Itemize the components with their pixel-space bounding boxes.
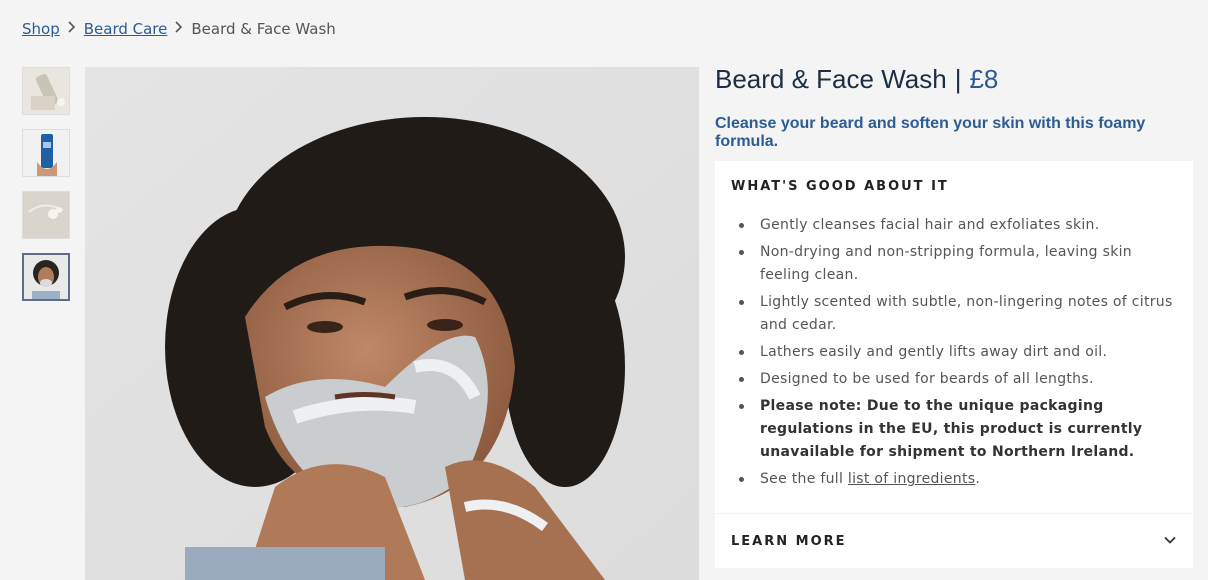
main-product-image[interactable]	[85, 67, 699, 580]
breadcrumb-shop-link[interactable]: Shop	[22, 20, 60, 38]
chevron-right-icon	[173, 21, 185, 37]
list-item: Non-drying and non-stripping formula, le…	[731, 241, 1177, 287]
list-item: Designed to be used for beards of all le…	[731, 368, 1177, 391]
ingredients-suffix: .	[975, 471, 981, 487]
title-separator: |	[954, 64, 962, 94]
breadcrumb-current: Beard & Face Wash	[191, 20, 336, 38]
product-price: £8	[969, 64, 999, 94]
product-name: Beard & Face Wash	[715, 64, 947, 94]
thumbnail-foam[interactable]	[22, 191, 70, 239]
chevron-right-icon	[66, 21, 78, 37]
breadcrumb: Shop Beard Care Beard & Face Wash	[22, 20, 336, 38]
list-item: Gently cleanses facial hair and exfoliat…	[731, 214, 1177, 237]
thumbnail-strip	[22, 67, 70, 315]
model-face-icon	[24, 255, 68, 299]
foam-icon	[23, 192, 69, 238]
learn-more-label: LEARN MORE	[731, 533, 847, 549]
model-photo-icon	[85, 67, 699, 580]
hand-bottle-icon	[23, 130, 69, 176]
thumbnail-hand-bottle[interactable]	[22, 129, 70, 177]
thumbnail-product-bottle[interactable]	[22, 67, 70, 115]
product-tagline: Cleanse your beard and soften your skin …	[715, 115, 1146, 150]
shipping-note: Please note: Due to the unique packaging…	[731, 395, 1177, 464]
product-title: Beard & Face Wash | £8	[715, 64, 1193, 95]
breadcrumb-category-link[interactable]: Beard Care	[84, 20, 168, 38]
details-panel: WHAT'S GOOD ABOUT IT Gently cleanses fac…	[715, 161, 1193, 513]
product-info: Beard & Face Wash | £8 Cleanse your bear…	[715, 64, 1193, 151]
details-heading: WHAT'S GOOD ABOUT IT	[731, 179, 949, 194]
learn-more-accordion[interactable]: LEARN MORE	[715, 514, 1193, 568]
list-item: Lightly scented with subtle, non-lingeri…	[731, 291, 1177, 337]
ingredients-link[interactable]: list of ingredients	[848, 471, 975, 487]
list-item-ingredients: See the full list of ingredients.	[731, 468, 1177, 491]
list-item: Lathers easily and gently lifts away dir…	[731, 341, 1177, 364]
thumbnail-model[interactable]	[22, 253, 70, 301]
product-bottle-icon	[23, 68, 69, 114]
details-list: Gently cleanses facial hair and exfoliat…	[731, 214, 1177, 491]
ingredients-prefix: See the full	[760, 471, 848, 487]
chevron-down-icon[interactable]	[1163, 532, 1177, 551]
